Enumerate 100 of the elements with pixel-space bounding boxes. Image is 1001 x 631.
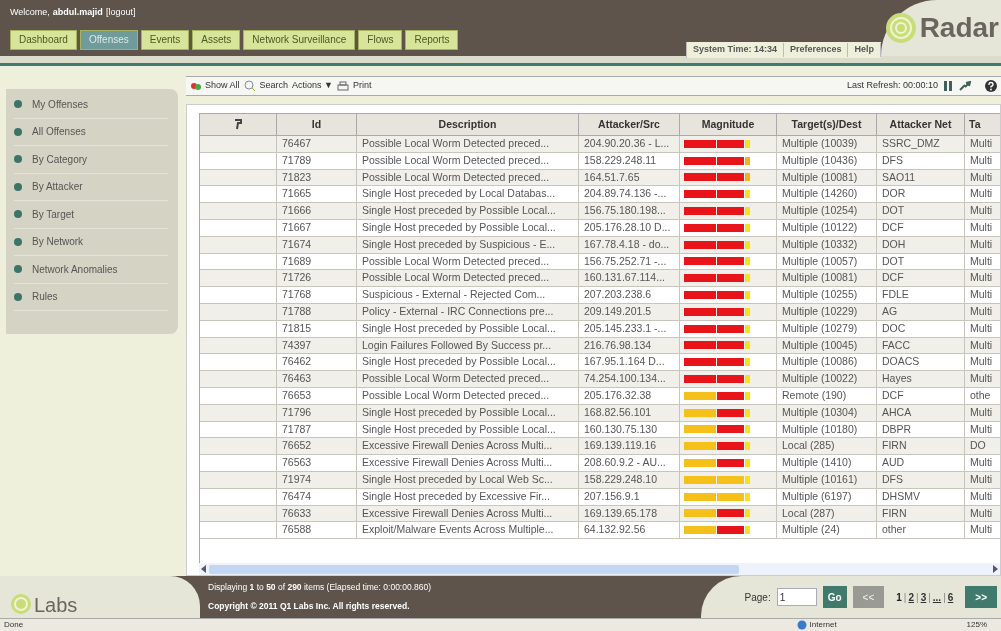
column-header[interactable]: Description bbox=[357, 114, 579, 135]
table-cell: AHCA bbox=[877, 404, 965, 421]
nav-tab[interactable]: Assets bbox=[192, 29, 241, 50]
sidebar-item[interactable]: By Target bbox=[14, 201, 168, 229]
username: abdul.majid bbox=[52, 6, 103, 19]
header-link[interactable]: Help bbox=[848, 43, 881, 57]
page-link[interactable]: 1 bbox=[896, 589, 902, 605]
table-row[interactable]: 76463 Possible Local Worm Detected preced... 74.254.100.134... Multiple (10022) Hayes Multi bbox=[200, 371, 1000, 388]
table-cell: 71823 bbox=[277, 169, 357, 186]
table-row[interactable]: 76462 Single Host preceded by Possible Local... 167.95.1.164 D... Multiple (10086) DOACS Multi bbox=[200, 354, 1000, 372]
magnitude-bar bbox=[684, 425, 750, 434]
bullet-icon bbox=[14, 100, 22, 109]
magnitude-bar bbox=[684, 173, 750, 182]
zoom-level[interactable]: 125% bbox=[966, 619, 997, 631]
table-row[interactable]: 76652 Excessive Firewall Denies Across Multi... 169.139.119.16 Local (285) FIRN DO bbox=[200, 438, 1000, 456]
table-cell-text: Multi bbox=[969, 220, 994, 235]
show-all-button[interactable]: Show All bbox=[205, 79, 240, 93]
page-link[interactable]: ... bbox=[932, 589, 942, 605]
table-cell: 204.89.74.136 -... bbox=[579, 186, 680, 203]
radar-logo-icon bbox=[883, 11, 918, 45]
page-link[interactable]: 6 bbox=[947, 589, 954, 605]
horizontal-scrollbar[interactable] bbox=[199, 563, 1000, 575]
print-button[interactable]: Print bbox=[353, 79, 372, 93]
scroll-left-icon[interactable] bbox=[201, 565, 207, 573]
column-header[interactable]: Ta bbox=[965, 114, 1000, 135]
table-row[interactable]: 71726 Possible Local Worm Detected preced... 160.131.67.114... Multiple (10081) DCF Multi bbox=[200, 270, 1000, 288]
header-link[interactable]: Preferences bbox=[783, 43, 849, 57]
next-button[interactable]: >> bbox=[965, 586, 997, 608]
table-cell: Multiple (6197) bbox=[777, 488, 877, 505]
page-field[interactable]: 1 bbox=[776, 588, 817, 606]
flag-icon bbox=[234, 119, 242, 130]
table-cell-text: Multi bbox=[969, 505, 994, 521]
table-cell: 76588 bbox=[277, 522, 357, 539]
table-cell: 74.254.100.134... bbox=[579, 371, 680, 387]
table-cell: Multiple (10086) bbox=[777, 354, 877, 371]
sidebar-item[interactable]: My Offenses bbox=[14, 91, 168, 119]
magnitude-bar bbox=[684, 240, 750, 249]
table-row[interactable]: 71666 Single Host preceded by Possible Local... 156.75.180.198... Multiple (10254) DOT Multi bbox=[200, 203, 1000, 220]
nav-tab[interactable]: Flows bbox=[358, 29, 403, 50]
table-row[interactable]: 71665 Single Host preceded by Local Databas... 204.89.74.136 -... Multiple (14260) DOR Multi bbox=[200, 186, 1000, 204]
table-row[interactable]: 76563 Excessive Firewall Denies Across Multi... 208.60.9.2 - AU... Multiple (1410) AUD Multi bbox=[200, 455, 1000, 472]
table-cell: 71788 bbox=[277, 304, 357, 320]
table-cell-text: Multi bbox=[969, 304, 994, 319]
table-cell: Single Host preceded by Possible Local... bbox=[357, 421, 579, 438]
table-cell: DOT bbox=[877, 253, 965, 270]
nav-tab[interactable]: Events bbox=[140, 29, 190, 50]
table-cell: AUD bbox=[877, 455, 965, 471]
table-cell: AG bbox=[877, 304, 965, 320]
actions-menu[interactable]: Actions ▼ bbox=[292, 79, 333, 93]
table-cell: Multiple (10161) bbox=[777, 471, 877, 488]
table-row[interactable]: 71768 Suspicious - External - Rejected Com... 207.203.238.6 Multiple (10255) FDLE Multi bbox=[200, 287, 1000, 304]
table-cell: Single Host preceded by Local Web Sc... bbox=[357, 471, 579, 488]
table-cell: Multiple (10255) bbox=[777, 287, 877, 303]
nav-tab[interactable]: Network Surveillance bbox=[243, 29, 356, 50]
sidebar-item[interactable]: By Network bbox=[14, 228, 168, 256]
nav-tab[interactable]: Reports bbox=[405, 29, 459, 50]
scrollbar-thumb[interactable] bbox=[209, 564, 739, 574]
pause-icon[interactable] bbox=[944, 81, 953, 91]
table-cell-text: Multi bbox=[969, 421, 994, 437]
nav-tab[interactable]: Dashboard bbox=[10, 29, 77, 50]
table-cell: 204.90.20.36 - L... bbox=[579, 136, 680, 152]
system-time: System Time: 14:34 bbox=[687, 43, 784, 57]
bullet-icon bbox=[14, 237, 22, 246]
sidebar-item[interactable]: Rules bbox=[14, 283, 168, 311]
table-cell: Hayes bbox=[877, 371, 965, 387]
column-header[interactable]: Magnitude bbox=[680, 114, 777, 135]
table-cell: 76563 bbox=[277, 455, 357, 471]
search-button[interactable]: Search bbox=[259, 79, 289, 93]
table-row[interactable]: 76467 Possible Local Worm Detected preced... 204.90.20.36 - L... Multiple (10039) SSRC_DMZ Multi bbox=[200, 136, 1000, 153]
column-header[interactable]: Id bbox=[277, 114, 357, 135]
table-cell: Exploit/Malware Events Across Multiple... bbox=[357, 522, 579, 539]
table-cell: 71665 bbox=[277, 186, 357, 203]
page-link[interactable]: 2 bbox=[908, 589, 914, 605]
table-cell: 209.149.201.5 bbox=[579, 304, 680, 320]
table-cell-text: Multi bbox=[969, 522, 994, 538]
table-row[interactable]: 76588 Exploit/Malware Events Across Multiple... 64.132.92.56 Multiple (24) other Multi bbox=[200, 522, 1000, 540]
column-header[interactable]: Attacker/Src bbox=[579, 114, 680, 135]
table-cell: FDLE bbox=[877, 287, 965, 303]
sidebar-item[interactable]: By Category bbox=[14, 146, 168, 174]
table-cell: 71796 bbox=[277, 404, 357, 421]
magnitude-bar bbox=[684, 274, 750, 283]
column-header[interactable]: Target(s)/Dest bbox=[777, 114, 877, 135]
table-cell: Multiple (10045) bbox=[777, 337, 877, 354]
sidebar-item[interactable]: All Offenses bbox=[14, 118, 168, 146]
table-cell: 76474 bbox=[277, 488, 357, 505]
sidebar-item[interactable]: By Attacker bbox=[14, 173, 168, 201]
go-button[interactable]: Go bbox=[822, 586, 847, 608]
table-cell: DFS bbox=[877, 471, 965, 488]
column-header[interactable]: Attacker Net bbox=[877, 114, 965, 135]
sidebar-item[interactable]: Network Anomalies bbox=[14, 256, 168, 284]
logout-link[interactable]: [logout] bbox=[105, 6, 136, 20]
magnitude-bar bbox=[684, 358, 750, 367]
scroll-right-icon[interactable] bbox=[992, 565, 998, 573]
q1-logo-icon bbox=[10, 593, 32, 615]
help-icon[interactable] bbox=[985, 80, 997, 92]
table-cell: 71815 bbox=[277, 320, 357, 337]
page-link[interactable]: 3 bbox=[920, 589, 927, 605]
table-cell: 76653 bbox=[277, 387, 357, 404]
table-cell: 76467 bbox=[277, 136, 357, 152]
table-cell: Possible Local Worm Detected preced... bbox=[357, 253, 579, 270]
